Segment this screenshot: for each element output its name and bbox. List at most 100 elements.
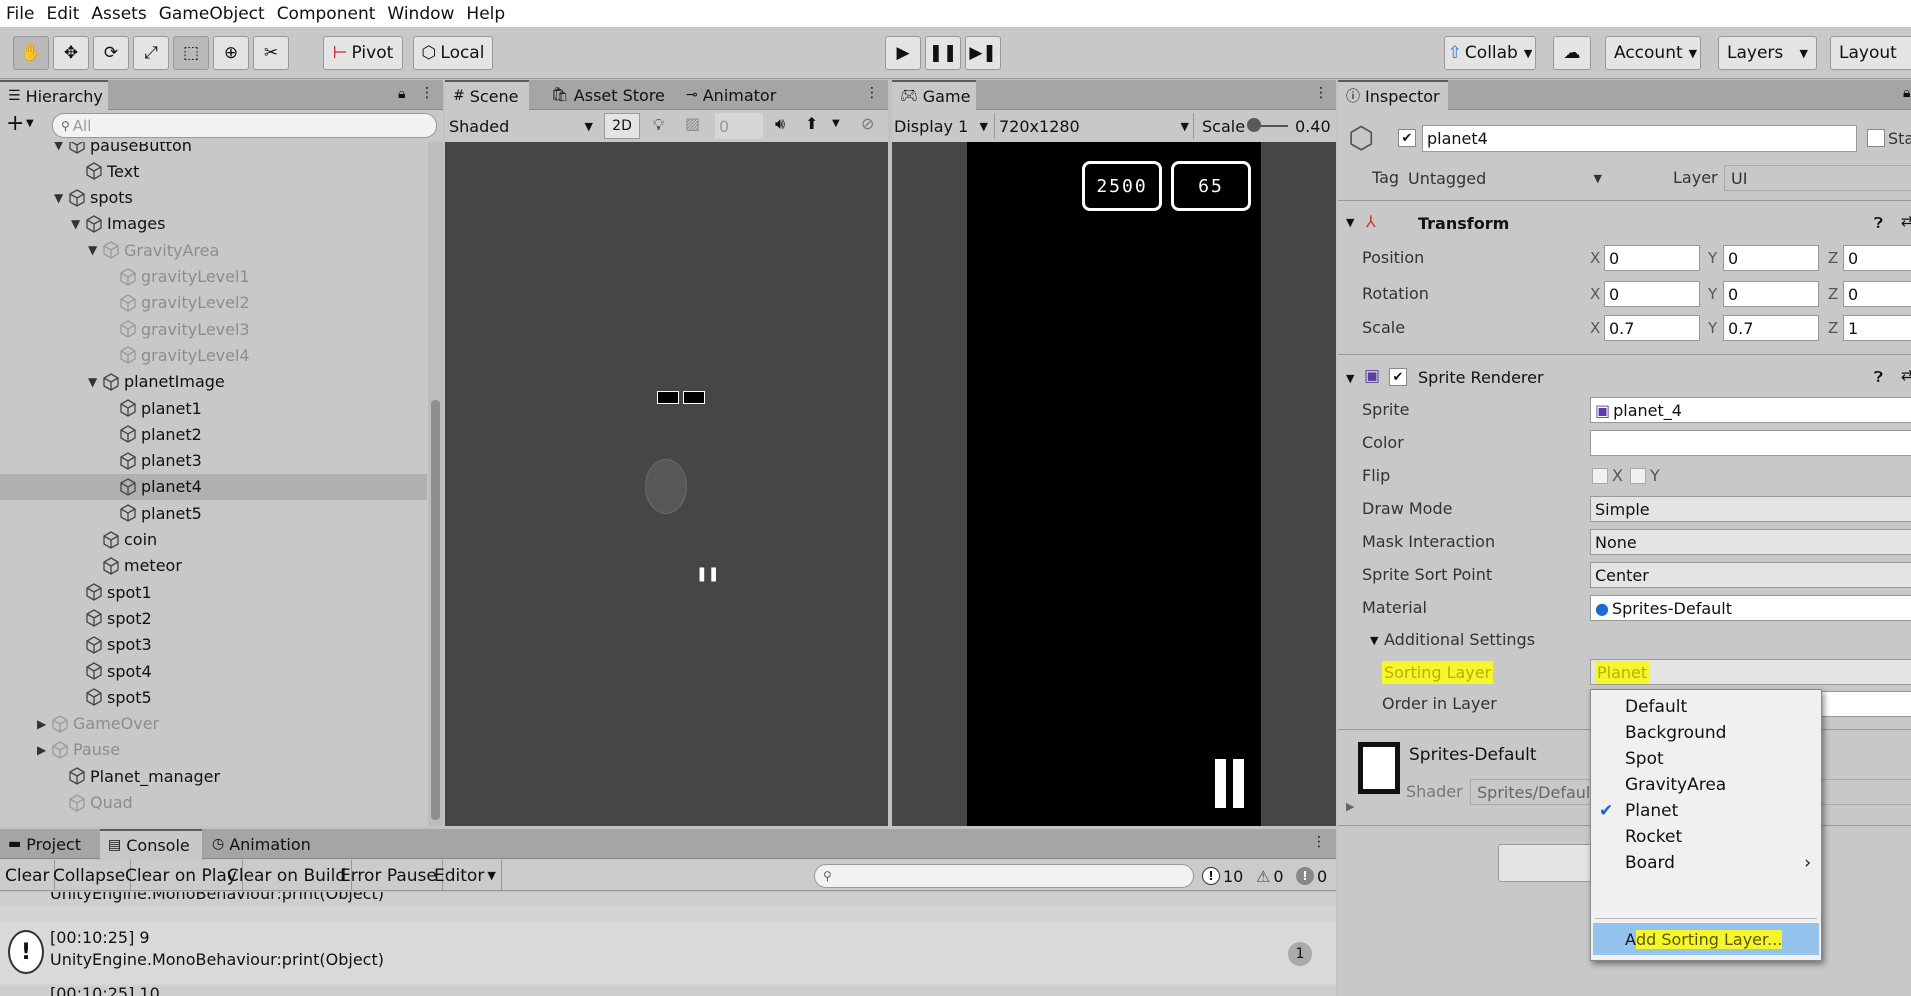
account-dropdown[interactable]: Account ▼	[1605, 36, 1701, 70]
kebab-menu-icon[interactable]: ⋮	[1314, 85, 1328, 101]
hierarchy-item[interactable]: planet3	[0, 448, 427, 474]
rotation-y-field[interactable]: 0	[1723, 281, 1819, 307]
game-pause-bar-right[interactable]	[1233, 759, 1244, 808]
hierarchy-item[interactable]: gravityLevel2	[0, 290, 427, 316]
error-count-toggle[interactable]: ! 0	[1296, 863, 1327, 889]
tab-asset-store[interactable]: 🛍︎ Asset Store	[543, 80, 673, 110]
layers-dropdown[interactable]: Layers ▼	[1718, 36, 1817, 70]
play-button[interactable]: ▶	[885, 36, 921, 70]
hierarchy-search-input[interactable]: ⚲ All	[52, 113, 437, 138]
tab-game[interactable]: 🎮︎ Game	[892, 80, 976, 110]
tab-console[interactable]: ▤ Console	[100, 829, 202, 859]
editor-dropdown[interactable]: Editor ▼	[429, 860, 502, 891]
hierarchy-item[interactable]: Text	[0, 158, 427, 184]
settings-icon[interactable]: ⇄	[1901, 212, 1911, 230]
add-icon[interactable]: +	[6, 113, 24, 135]
hierarchy-item[interactable]: Quad	[0, 790, 427, 816]
object-name-field[interactable]: planet4	[1422, 125, 1857, 152]
sorting-layer-option[interactable]: GravityArea	[1591, 772, 1821, 798]
kebab-menu-icon[interactable]: ⋮	[420, 85, 434, 101]
tag-dropdown[interactable]: Untagged ▼	[1402, 165, 1608, 191]
cloud-button[interactable]: ☁	[1553, 36, 1591, 70]
mask-interaction-dropdown[interactable]: None	[1590, 529, 1911, 555]
chevron-right-icon[interactable]: ▶	[37, 717, 51, 731]
position-y-field[interactable]: 0	[1723, 245, 1819, 271]
hand-tool-button[interactable]: ✋	[13, 36, 49, 70]
hierarchy-item[interactable]: planet4	[0, 473, 427, 500]
hierarchy-item[interactable]: coin	[0, 527, 427, 553]
collapse-button[interactable]: Collapse	[48, 860, 132, 891]
add-sorting-layer-item[interactable]: Add Sorting Layer...	[1593, 923, 1819, 955]
image-icon[interactable]: ▨	[685, 114, 700, 133]
chevron-down-icon[interactable]: ▼	[88, 375, 102, 389]
shading-dropdown[interactable]: Shaded ▼	[449, 113, 599, 139]
menu-edit[interactable]: Edit	[40, 4, 85, 24]
hierarchy-item[interactable]: ▼ GravityArea	[0, 237, 427, 263]
rotation-z-field[interactable]: 0	[1843, 281, 1911, 307]
effects-icon[interactable]: ⬆	[805, 114, 818, 133]
local-toggle[interactable]: ⬡ Local	[413, 36, 493, 70]
collab-dropdown[interactable]: ⇧ Collab ▼	[1444, 36, 1536, 70]
rotation-x-field[interactable]: 0	[1604, 281, 1700, 307]
flip-x-checkbox[interactable]	[1592, 468, 1608, 484]
hierarchy-item[interactable]: ▶ Pause	[0, 737, 427, 763]
hidden-objects-icon[interactable]: ⊘	[861, 114, 874, 133]
menu-gameobject[interactable]: GameObject	[153, 4, 271, 24]
sorting-layer-option[interactable]: Rocket	[1591, 824, 1821, 850]
additional-settings-label[interactable]: Additional Settings	[1384, 630, 1535, 649]
hierarchy-item[interactable]: spot4	[0, 658, 427, 684]
hierarchy-item[interactable]: gravityLevel3	[0, 316, 427, 342]
hierarchy-item[interactable]: Planet_manager	[0, 763, 427, 789]
menu-window[interactable]: Window	[381, 4, 460, 24]
hierarchy-scrollbar-thumb[interactable]	[431, 400, 440, 820]
warning-count-toggle[interactable]: ⚠ 0	[1256, 863, 1284, 889]
hierarchy-item[interactable]: planet1	[0, 395, 427, 421]
hierarchy-item[interactable]: spot3	[0, 632, 427, 658]
tab-inspector[interactable]: ⓘ Inspector	[1338, 80, 1448, 110]
lighting-icon[interactable]: 💡︎	[653, 115, 664, 135]
color-field[interactable]	[1590, 430, 1911, 456]
sprite-sort-point-dropdown[interactable]: Center	[1590, 562, 1911, 588]
scene-planet-sprite[interactable]	[645, 459, 687, 514]
settings-icon[interactable]: ⇄	[1901, 366, 1911, 384]
help-icon[interactable]: ❓︎	[1874, 368, 1883, 386]
hierarchy-item[interactable]: planet2	[0, 421, 427, 447]
hierarchy-item[interactable]: meteor	[0, 553, 427, 579]
move-tool-button[interactable]: ✥	[53, 36, 89, 70]
draw-mode-dropdown[interactable]: Simple	[1590, 496, 1911, 522]
tab-project[interactable]: ▬ Project	[0, 829, 98, 859]
layout-dropdown[interactable]: Layout	[1830, 36, 1911, 70]
game-canvas[interactable]: 2500 65	[967, 142, 1261, 826]
error-pause-button[interactable]: Error Pause	[335, 860, 443, 891]
chevron-down-icon[interactable]: ▼	[832, 118, 840, 129]
chevron-down-icon[interactable]: ▼	[1346, 216, 1354, 229]
scale-slider-thumb[interactable]	[1247, 118, 1261, 132]
chevron-right-icon[interactable]: ▶	[37, 743, 51, 757]
scale-z-field[interactable]: 1	[1843, 315, 1911, 341]
lock-icon[interactable]: 🔒︎	[1903, 85, 1910, 101]
clear-on-build-button[interactable]: Clear on Build	[222, 860, 353, 891]
sorting-layer-option[interactable]: Board ›	[1591, 850, 1821, 876]
lock-icon[interactable]: 🔒︎	[398, 86, 405, 102]
audio-icon[interactable]: 🔊︎	[775, 114, 785, 134]
hierarchy-item[interactable]: gravityLevel1	[0, 264, 427, 290]
sprite-renderer-enabled-checkbox[interactable]: ✔	[1389, 368, 1407, 386]
scale-y-field[interactable]: 0.7	[1723, 315, 1819, 341]
hierarchy-item[interactable]: ▼ Images	[0, 211, 427, 237]
scale-x-field[interactable]: 0.7	[1604, 315, 1700, 341]
static-checkbox[interactable]	[1867, 129, 1885, 147]
tab-animator[interactable]: ⊸ Animator	[678, 80, 784, 110]
position-x-field[interactable]: 0	[1604, 245, 1700, 271]
chevron-down-icon[interactable]: ▼	[71, 217, 85, 231]
console-log-entry[interactable]: [00:10:25] 10	[0, 984, 1336, 996]
transform-tool-button[interactable]: ⊕	[213, 36, 249, 70]
chevron-down-icon[interactable]: ▼	[26, 118, 34, 129]
display-dropdown[interactable]: Display 1 ▼	[894, 113, 990, 139]
hierarchy-item[interactable]: ▼ spots	[0, 185, 427, 211]
chevron-down-icon[interactable]: ▼	[1370, 634, 1378, 647]
hierarchy-item[interactable]: ▼ planetImage	[0, 369, 427, 395]
hierarchy-item[interactable]: ▼ pauseButton	[0, 142, 427, 158]
chevron-down-icon[interactable]: ▼	[54, 142, 68, 152]
kebab-menu-icon[interactable]: ⋮	[1312, 834, 1326, 850]
position-z-field[interactable]: 0	[1843, 245, 1911, 271]
